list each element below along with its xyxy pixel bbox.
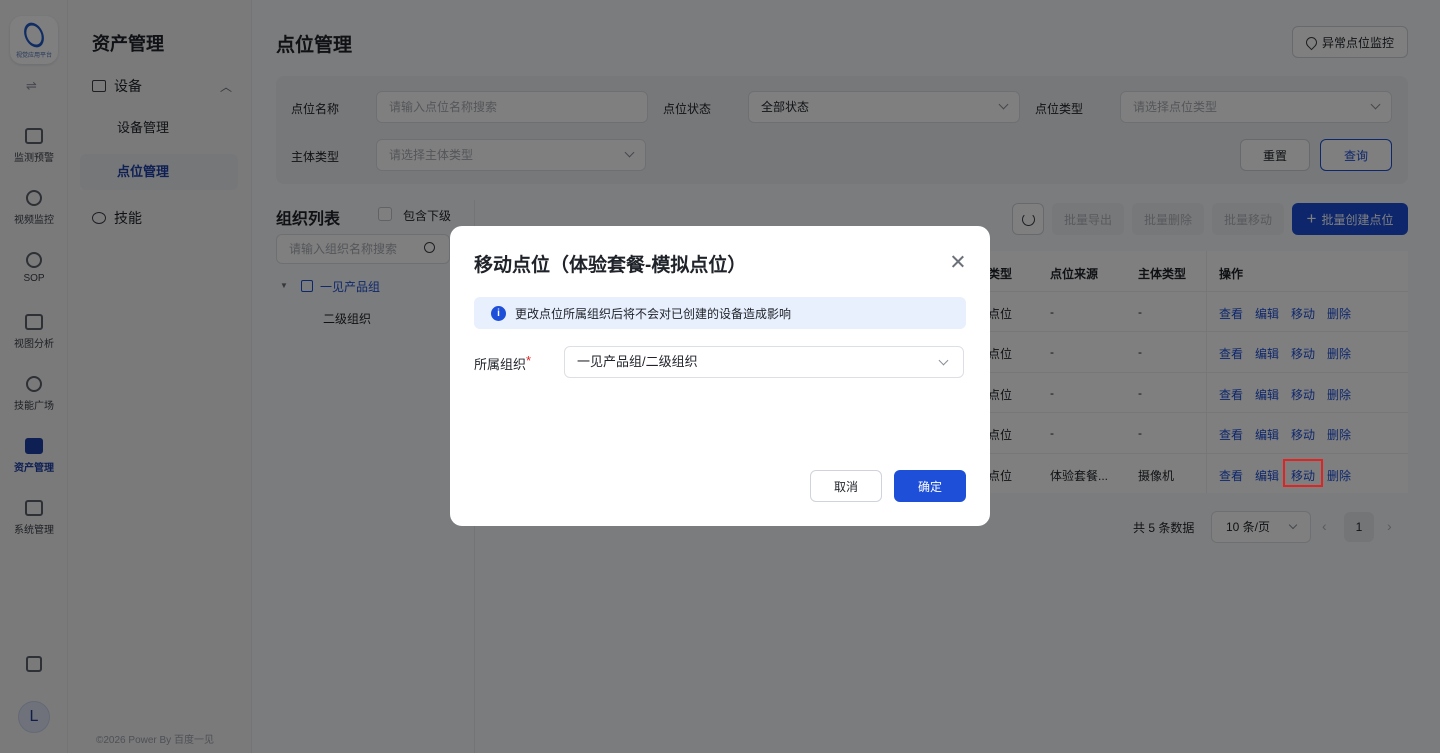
org-select[interactable]: 一见产品组/二级组织 <box>564 346 964 378</box>
confirm-button[interactable]: 确定 <box>894 470 966 502</box>
move-point-modal: 移动点位（体验套餐-模拟点位） i 更改点位所属组织后将不会对已创建的设备造成影响… <box>450 226 990 526</box>
org-select-value: 一见产品组/二级组织 <box>577 354 698 369</box>
info-alert: i 更改点位所属组织后将不会对已创建的设备造成影响 <box>474 297 966 329</box>
chevron-down-icon <box>938 355 949 366</box>
info-icon: i <box>491 305 506 321</box>
org-field-label: 所属组织 <box>474 357 527 372</box>
cancel-button[interactable]: 取消 <box>810 470 882 502</box>
modal-title: 移动点位（体验套餐-模拟点位） <box>474 255 747 276</box>
highlight-box <box>1283 459 1323 487</box>
required-mark: * <box>526 353 532 368</box>
close-icon[interactable] <box>950 254 966 270</box>
info-text: 更改点位所属组织后将不会对已创建的设备造成影响 <box>515 306 792 321</box>
